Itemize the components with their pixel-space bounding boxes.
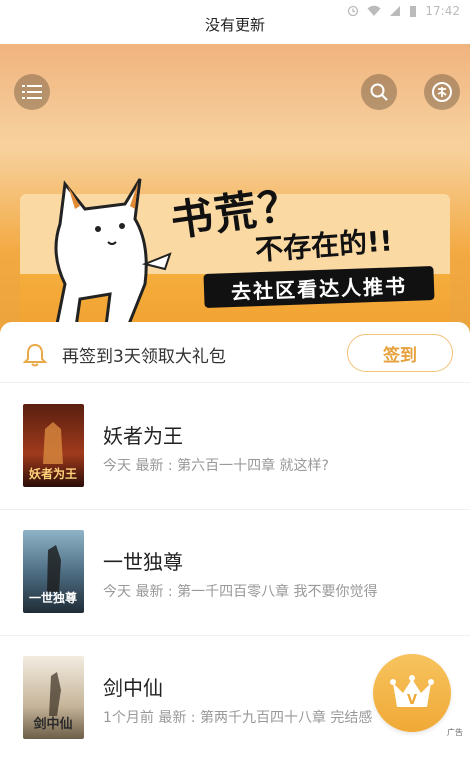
svg-text:一世独尊: 一世独尊	[29, 590, 77, 605]
fox-illustration	[53, 178, 172, 336]
signin-button[interactable]: 签到	[347, 334, 453, 372]
menu-button[interactable]	[14, 74, 50, 110]
vip-label: V	[407, 693, 417, 708]
book-cover: 妖者为王	[23, 404, 84, 487]
book-title: 剑中仙	[103, 676, 163, 700]
banner-cta-text: 去社区看达人推书	[230, 273, 408, 304]
find-book-icon	[432, 82, 452, 102]
promo-banner[interactable]: 书荒？ 不存在的!! 去社区看达人推书	[0, 44, 470, 344]
book-title: 妖者为王	[103, 424, 183, 448]
book-item-0[interactable]: 妖者为王 妖者为王 今天 最新 : 第六百一十四章 就这样?	[0, 383, 470, 510]
book-item-1[interactable]: 一世独尊 一世独尊 今天 最新 : 第一千四百零八章 我不要你觉得	[0, 509, 470, 636]
book-cover: 一世独尊	[23, 530, 84, 613]
menu-icon	[22, 85, 42, 99]
ad-label: 广告	[447, 728, 463, 737]
book-cover: 剑中仙	[23, 656, 84, 739]
signin-row: 再签到3天领取大礼包 签到	[0, 322, 470, 383]
svg-text:妖者为王: 妖者为王	[29, 466, 77, 481]
search-button[interactable]	[361, 74, 397, 110]
book-meta: 今天 最新 : 第一千四百零八章 我不要你觉得	[103, 584, 378, 600]
banner-sky	[0, 44, 470, 124]
page-title: 没有更新	[204, 16, 265, 34]
svg-text:剑中仙: 剑中仙	[32, 716, 72, 732]
search-icon	[370, 83, 388, 101]
crown-icon: V	[390, 675, 434, 708]
book-meta: 1个月前 最新 : 第两千九百四十八章 完结感	[103, 710, 373, 726]
book-meta: 今天 最新 : 第六百一十四章 就这样?	[103, 458, 329, 474]
vip-badge-button[interactable]: V	[373, 654, 451, 732]
signin-prompt: 再签到3天领取大礼包	[62, 347, 226, 367]
find-book-button[interactable]	[424, 74, 460, 110]
book-title: 一世独尊	[103, 550, 183, 574]
bell-icon	[22, 343, 48, 367]
